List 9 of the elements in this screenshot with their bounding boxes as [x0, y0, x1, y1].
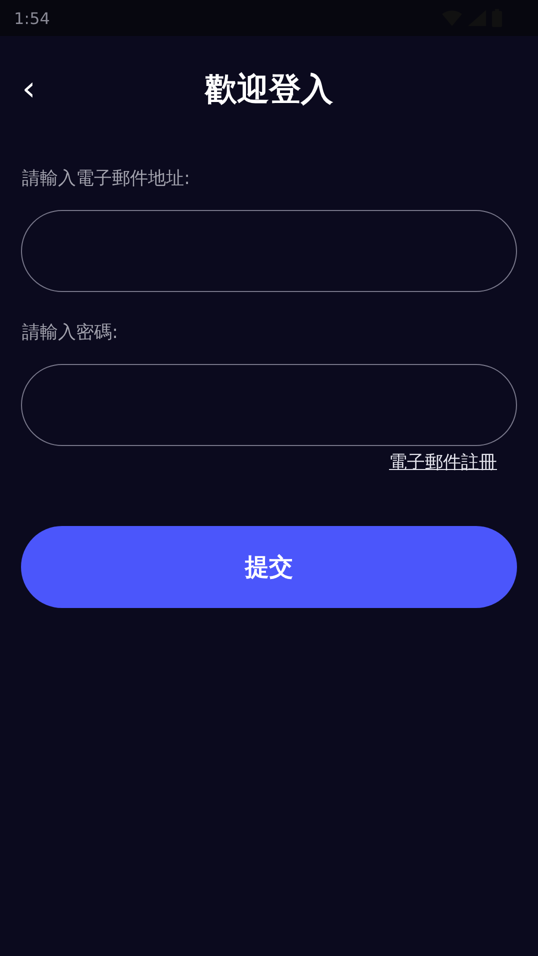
input-field[interactable] — [21, 364, 517, 446]
status-time: 1:54 — [14, 8, 50, 28]
field-label: 請輸入密碼: — [22, 321, 120, 344]
page-title: 歡迎登入 — [205, 69, 333, 110]
field-label: 請輸入電子郵件地址: — [22, 167, 192, 190]
submit-button[interactable]: 提交 — [21, 526, 517, 608]
back-icon[interactable]: ‹ — [22, 72, 36, 106]
input-field[interactable] — [21, 210, 517, 292]
register-link[interactable]: 電子郵件註冊 — [389, 450, 497, 474]
